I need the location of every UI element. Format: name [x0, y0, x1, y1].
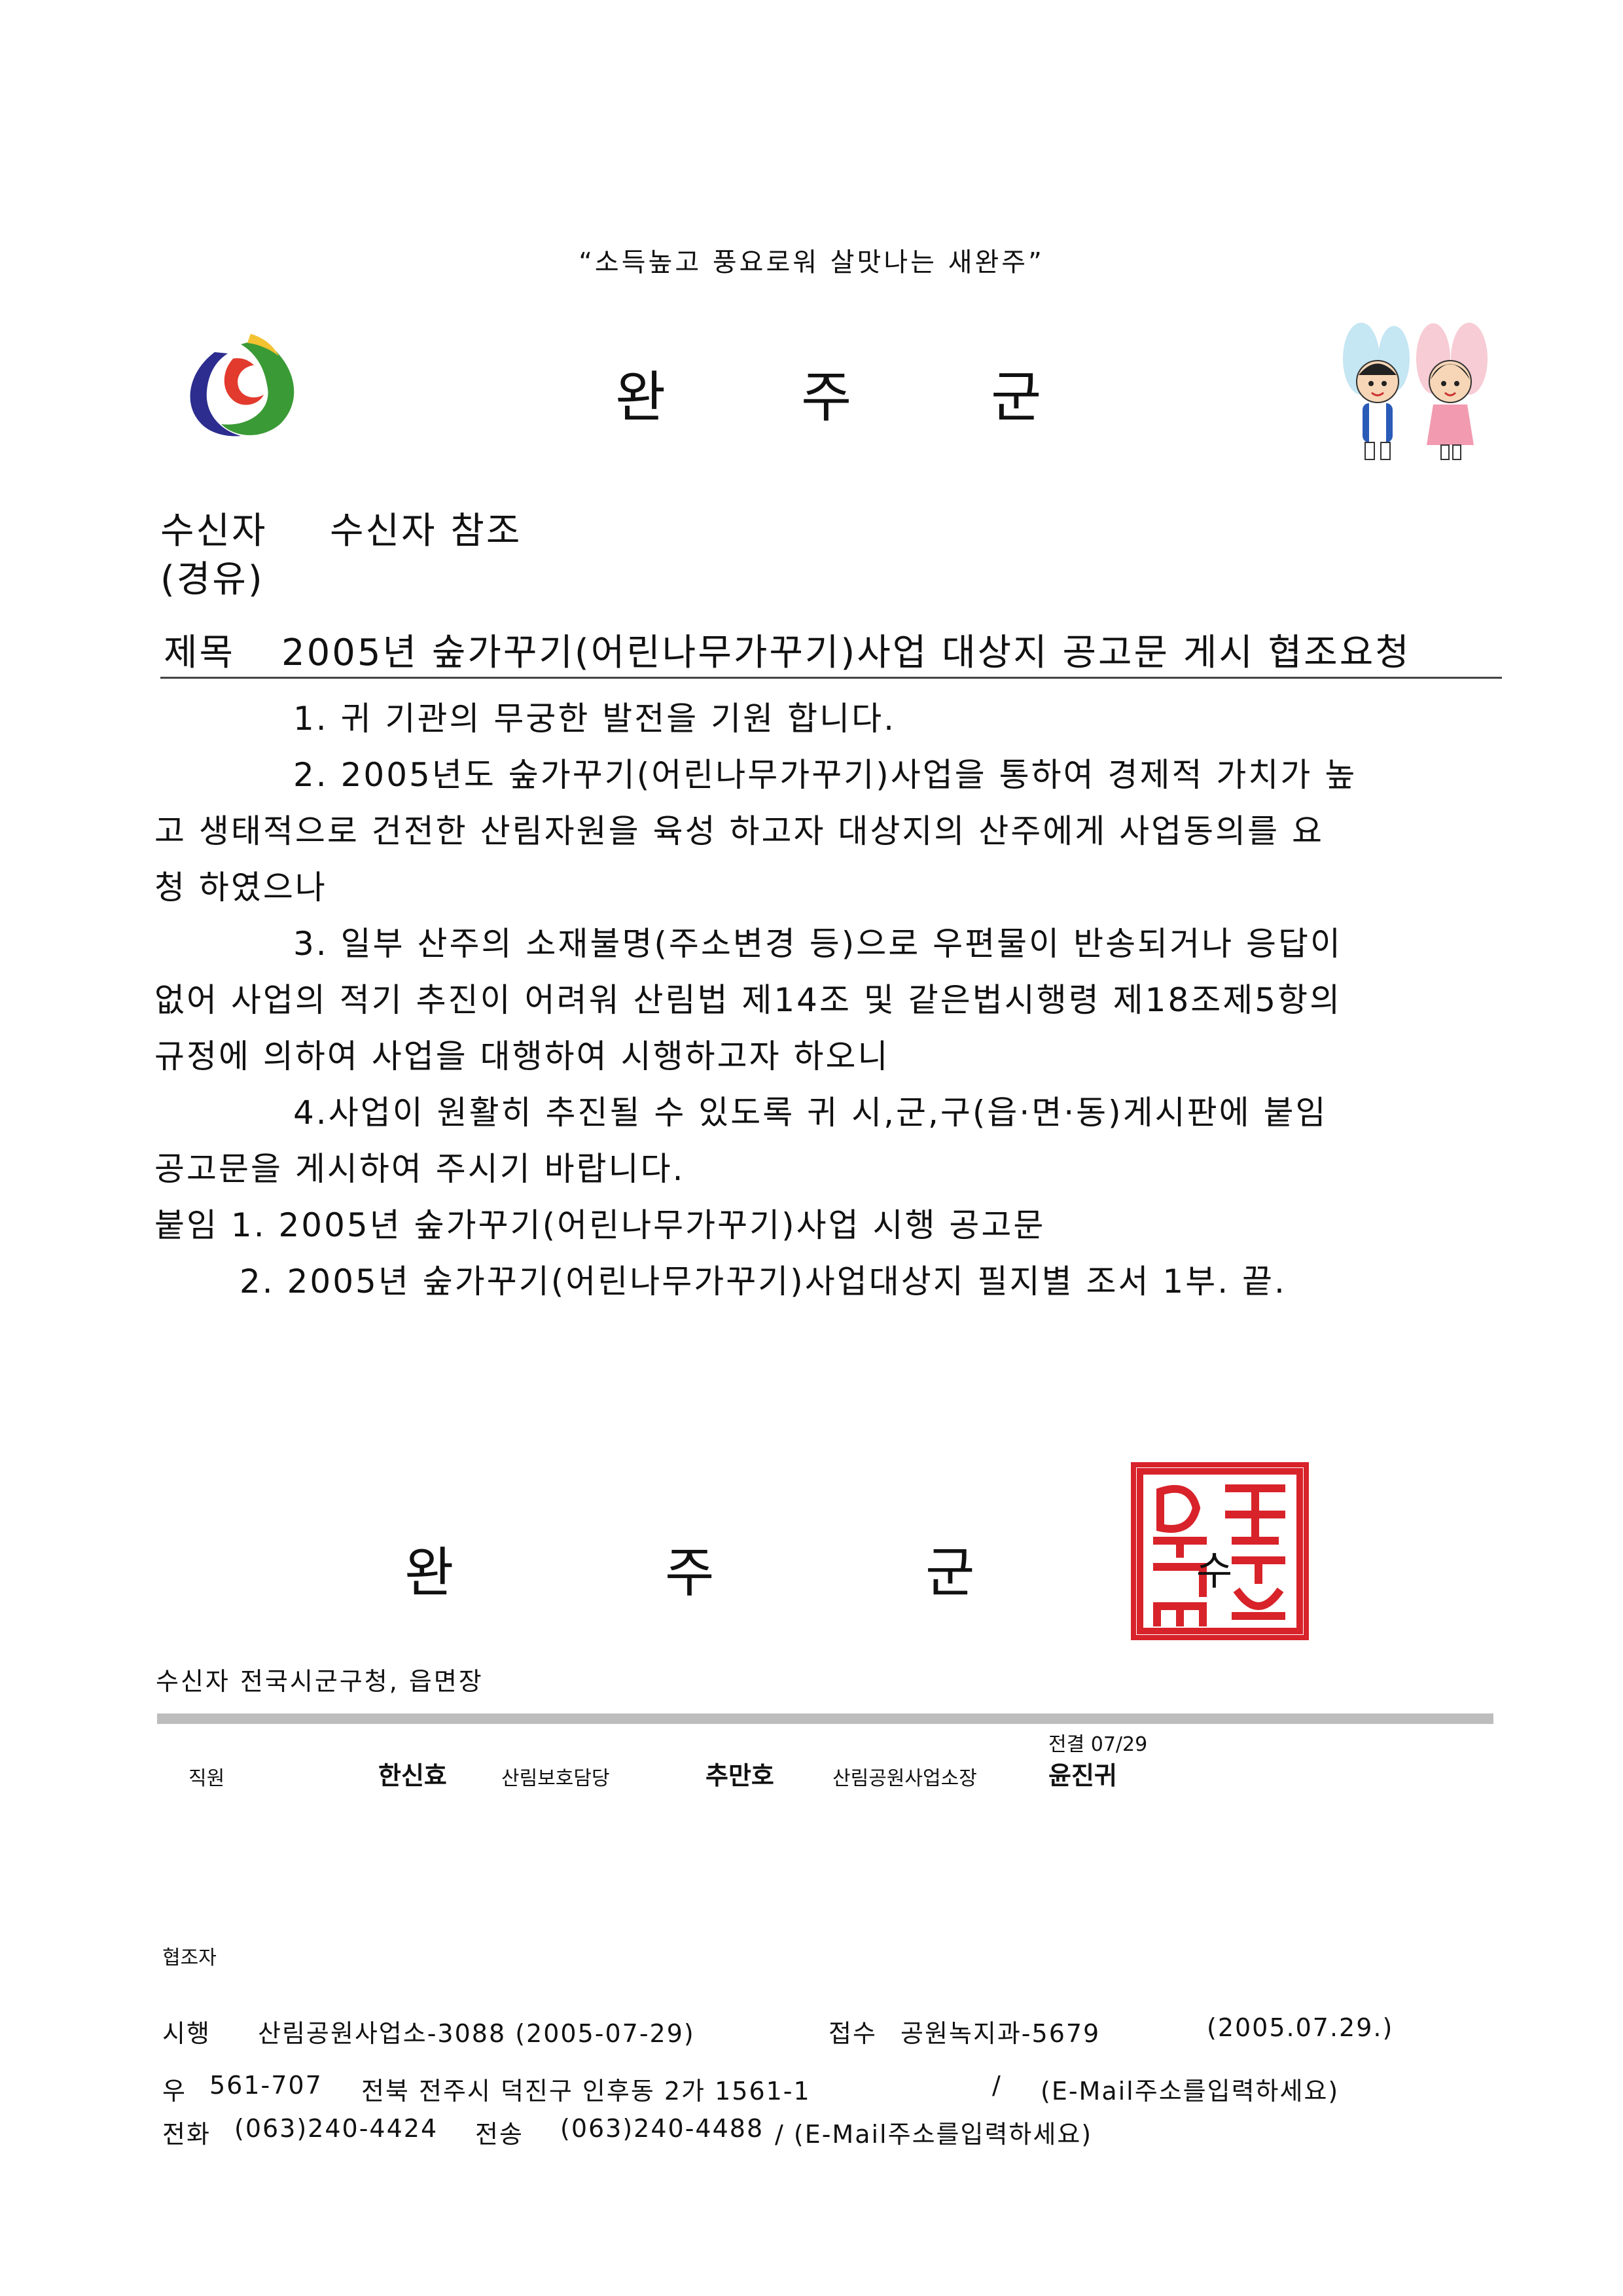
body-line: 2. 2005년도 숲가꾸기(어린나무가꾸기)사업을 통하여 경제적 가치가 높: [293, 756, 1357, 794]
address: 전북 전주시 덕진구 인후동 2가 1561-1: [361, 2077, 811, 2106]
fax-number: (063)240-4488: [560, 2114, 764, 2143]
receipt-value: 공원녹지과-5679: [901, 2019, 1101, 2048]
org-title-char-2: 주: [801, 365, 852, 429]
email-placeholder: / (E-Mail주소를입력하세요): [775, 2120, 1093, 2149]
cooperator-label: 협조자: [162, 1946, 217, 1969]
approval-staff-name: 한신효: [378, 1761, 447, 1790]
seal-overlay-char: 수: [1196, 1549, 1233, 1594]
body-line: 없어 사업의 적기 추진이 어려워 산림법 제14조 및 같은법시행령 제18조…: [154, 981, 1342, 1019]
receipt-date: (2005.07.29.): [1207, 2013, 1394, 2042]
county-logo-icon: [190, 334, 294, 437]
recipient-label: 수신자: [160, 510, 268, 552]
recipients-line: 수신자 전국시군구청, 읍면장: [156, 1667, 484, 1696]
zip-label: 우: [162, 2077, 187, 2106]
phone-number: (063)240-4424: [234, 2114, 438, 2143]
approval-head-title: 산림공원사업소장: [832, 1767, 977, 1790]
recipient-value: 수신자 참조: [330, 510, 522, 552]
signature-char-1: 완: [404, 1542, 454, 1604]
attachment-line: 붙임 1. 2005년 숲가꾸기(어린나무가꾸기)사업 시행 공고문: [154, 1206, 1046, 1244]
subject-value: 2005년 숲가꾸기(어린나무가꾸기)사업 대상지 공고문 게시 협조요청: [281, 632, 1411, 674]
mascot-characters-icon: [1343, 323, 1488, 460]
receipt-label: 접수: [829, 2019, 877, 2048]
org-title-char-3: 군: [991, 365, 1042, 429]
body-line: 청 하였으나: [154, 869, 327, 906]
approval-mid-title: 산림보호담당: [501, 1767, 610, 1790]
phone-label: 전화: [162, 2120, 211, 2149]
via-label: (경유): [160, 558, 264, 601]
body-line: 4.사업이 원활히 추진될 수 있도록 귀 시,군,구(읍·면·동)게시판에 붙…: [293, 1094, 1328, 1132]
enforce-label: 시행: [162, 2019, 211, 2048]
address-slash: /: [992, 2071, 1002, 2100]
section-divider: [157, 1713, 1493, 1724]
org-title-char-1: 완: [615, 365, 666, 429]
body-line: 규정에 의하여 사업을 대행하여 시행하고자 하오니: [154, 1037, 890, 1075]
body-line: 고 생태적으로 건전한 산림자원을 육성 하고자 대상지의 산주에게 사업동의를…: [154, 812, 1325, 850]
approval-head-note: 전결 07/29: [1048, 1733, 1148, 1756]
subject-divider: [160, 677, 1502, 679]
zip-code: 561-707: [209, 2071, 323, 2100]
fax-label: 전송: [475, 2120, 524, 2149]
attachment-line: 2. 2005년 숲가꾸기(어린나무가꾸기)사업대상지 필지별 조서 1부. 끝…: [240, 1263, 1287, 1300]
body-line: 1. 귀 기관의 무궁한 발전을 기원 합니다.: [293, 700, 896, 738]
approval-head-name: 윤진귀: [1048, 1761, 1117, 1790]
signature-char-2: 주: [665, 1542, 715, 1604]
approval-mid-name: 추만호: [705, 1761, 774, 1790]
enforce-value: 산림공원사업소-3088 (2005-07-29): [258, 2019, 695, 2048]
slogan: “소득높고 풍요로워 살맛나는 새완주”: [579, 247, 1044, 278]
body-line: 3. 일부 산주의 소재불명(주소변경 등)으로 우편물이 반송되거나 응답이: [293, 925, 1342, 963]
subject-label: 제목: [164, 632, 236, 674]
email-placeholder: (E-Mail주소를입력하세요): [1041, 2077, 1340, 2106]
body-line: 공고문을 게시하여 주시기 바랍니다.: [154, 1150, 685, 1188]
approval-staff-title: 직원: [188, 1767, 225, 1790]
signature-char-3: 군: [925, 1542, 975, 1604]
